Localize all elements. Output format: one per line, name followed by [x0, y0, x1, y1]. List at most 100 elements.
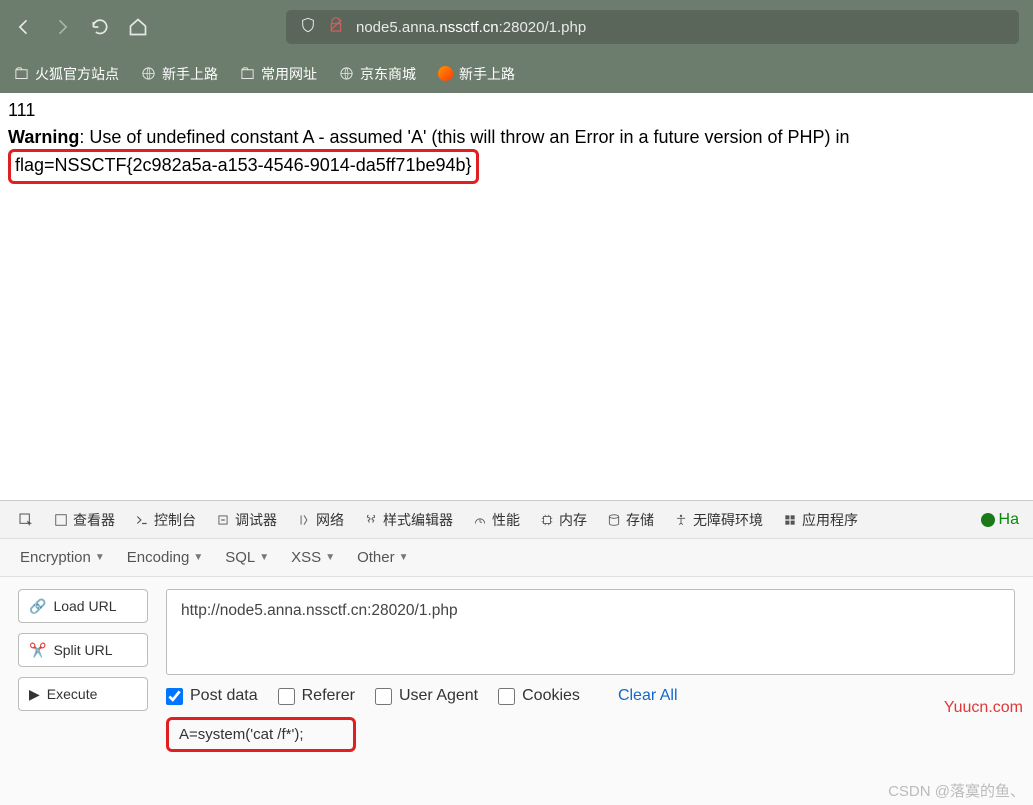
tab-memory[interactable]: 内存	[536, 508, 591, 532]
check-postdata[interactable]: Post data	[166, 687, 258, 705]
tab-debugger[interactable]: 调试器	[212, 508, 281, 532]
checkbox[interactable]	[166, 688, 183, 705]
bookmark-item[interactable]: 京东商城	[339, 64, 416, 84]
forward-button[interactable]	[52, 17, 72, 37]
tab-accessibility[interactable]: 无障碍环境	[670, 508, 767, 532]
tab-label: 调试器	[235, 510, 277, 530]
check-referer[interactable]: Referer	[278, 687, 355, 705]
tab-label: 无障碍环境	[693, 510, 763, 530]
flag-text: flag=NSSCTF{2c982a5a-a153-4546-9014-da5f…	[15, 155, 472, 175]
tab-performance[interactable]: 性能	[469, 508, 524, 532]
play-icon: ▶	[29, 686, 40, 703]
bookmark-label: 常用网址	[261, 64, 317, 84]
dd-xss[interactable]: XSS ▼	[291, 549, 335, 566]
page-content: 111 Warning: Use of undefined constant A…	[0, 93, 1033, 188]
watermark-yuucn: Yuucn.com	[944, 699, 1023, 717]
hackbar-actions: 🔗 Load URL ✂️ Split URL ▶ Execute	[18, 589, 148, 793]
address-bar[interactable]: node5.anna.nssctf.cn:28020/1.php	[286, 10, 1019, 44]
bookmark-item[interactable]: 火狐官方站点	[14, 64, 119, 84]
execute-button[interactable]: ▶ Execute	[18, 677, 148, 711]
devtools-tabs: 查看器 控制台 调试器 网络 样式编辑器 性能 内存 存储 无障碍环境 应用程序…	[0, 501, 1033, 539]
warning-line: Warning: Use of undefined constant A - a…	[8, 124, 1025, 151]
url-host: nssctf.cn	[439, 19, 498, 36]
dd-encryption[interactable]: Encryption ▼	[20, 549, 105, 566]
scissors-icon: ✂️	[29, 642, 46, 659]
warning-text: : Use of undefined constant A - assumed …	[79, 127, 849, 147]
warning-label: Warning	[8, 127, 79, 147]
tab-label: 查看器	[73, 510, 115, 530]
ha-label: Ha	[999, 511, 1019, 529]
tab-console[interactable]: 控制台	[131, 508, 200, 532]
dd-label: SQL	[225, 549, 255, 566]
checkbox[interactable]	[375, 688, 392, 705]
tab-inspector[interactable]: 查看器	[50, 508, 119, 532]
back-button[interactable]	[14, 17, 34, 37]
hackbar-indicator[interactable]: Ha	[981, 511, 1019, 529]
green-dot-icon	[981, 513, 995, 527]
dd-label: Encryption	[20, 549, 91, 566]
split-url-button[interactable]: ✂️ Split URL	[18, 633, 148, 667]
ck-label: Cookies	[522, 687, 580, 705]
devtools-picker-icon[interactable]	[14, 510, 38, 530]
tab-application[interactable]: 应用程序	[779, 508, 862, 532]
caret-icon: ▼	[325, 552, 335, 563]
url-text: node5.anna.nssctf.cn:28020/1.php	[356, 19, 586, 36]
devtools-panel: 查看器 控制台 调试器 网络 样式编辑器 性能 内存 存储 无障碍环境 应用程序…	[0, 500, 1033, 805]
bookmark-item[interactable]: 新手上路	[438, 64, 515, 84]
dd-sql[interactable]: SQL ▼	[225, 549, 269, 566]
bookmark-label: 新手上路	[459, 64, 515, 84]
bookmark-item[interactable]: 新手上路	[141, 64, 218, 84]
tab-style-editor[interactable]: 样式编辑器	[360, 508, 457, 532]
tab-label: 性能	[492, 510, 520, 530]
output-line: 111	[8, 97, 1025, 124]
btn-label: Split URL	[53, 642, 112, 658]
home-button[interactable]	[128, 17, 148, 37]
check-useragent[interactable]: User Agent	[375, 687, 478, 705]
tab-label: 存储	[626, 510, 654, 530]
dd-label: XSS	[291, 549, 321, 566]
tab-label: 控制台	[154, 510, 196, 530]
bookmark-item[interactable]: 常用网址	[240, 64, 317, 84]
hackbar-body: 🔗 Load URL ✂️ Split URL ▶ Execute http:/…	[0, 577, 1033, 805]
browser-chrome: node5.anna.nssctf.cn:28020/1.php 火狐官方站点 …	[0, 0, 1033, 93]
bookmark-label: 京东商城	[360, 64, 416, 84]
tab-label: 网络	[316, 510, 344, 530]
url-input[interactable]: http://node5.anna.nssctf.cn:28020/1.php	[166, 589, 1015, 675]
ck-label: User Agent	[399, 687, 478, 705]
reload-button[interactable]	[90, 17, 110, 37]
ck-label: Post data	[190, 687, 258, 705]
caret-icon: ▼	[259, 552, 269, 563]
nav-row: node5.anna.nssctf.cn:28020/1.php	[0, 0, 1033, 54]
caret-icon: ▼	[95, 552, 105, 563]
hackbar-fields: http://node5.anna.nssctf.cn:28020/1.php …	[166, 589, 1015, 793]
tab-label: 应用程序	[802, 510, 858, 530]
load-url-button[interactable]: 🔗 Load URL	[18, 589, 148, 623]
bookmark-label: 新手上路	[162, 64, 218, 84]
options-row: Post data Referer User Agent Cookies Cle…	[166, 687, 1015, 705]
tab-label: 内存	[559, 510, 587, 530]
caret-icon: ▼	[399, 552, 409, 563]
dd-other[interactable]: Other ▼	[357, 549, 408, 566]
hackbar-toolbar: Encryption▼ Encoding▼ SQL▼ XSS▼ Other▼	[0, 539, 1033, 577]
tab-label: 样式编辑器	[383, 510, 453, 530]
dd-label: Encoding	[127, 549, 190, 566]
url-prefix: node5.anna.	[356, 19, 439, 36]
tab-network[interactable]: 网络	[293, 508, 348, 532]
bookmarks-bar: 火狐官方站点 新手上路 常用网址 京东商城 新手上路	[0, 54, 1033, 93]
tab-storage[interactable]: 存储	[603, 508, 658, 532]
dd-encoding[interactable]: Encoding▼	[127, 549, 203, 566]
dd-label: Other	[357, 549, 395, 566]
btn-label: Execute	[47, 686, 98, 702]
checkbox[interactable]	[278, 688, 295, 705]
checkbox[interactable]	[498, 688, 515, 705]
check-cookies[interactable]: Cookies	[498, 687, 580, 705]
url-path: :28020/1.php	[499, 19, 587, 36]
caret-icon: ▼	[193, 552, 203, 563]
firefox-icon	[438, 66, 453, 81]
bookmark-label: 火狐官方站点	[35, 64, 119, 84]
watermark-csdn: CSDN @落寞的鱼、	[888, 780, 1025, 801]
post-data-input[interactable]: A=system('cat /f*');	[166, 717, 356, 752]
clear-all-link[interactable]: Clear All	[618, 687, 678, 705]
lock-icon	[328, 17, 344, 38]
ck-label: Referer	[302, 687, 355, 705]
